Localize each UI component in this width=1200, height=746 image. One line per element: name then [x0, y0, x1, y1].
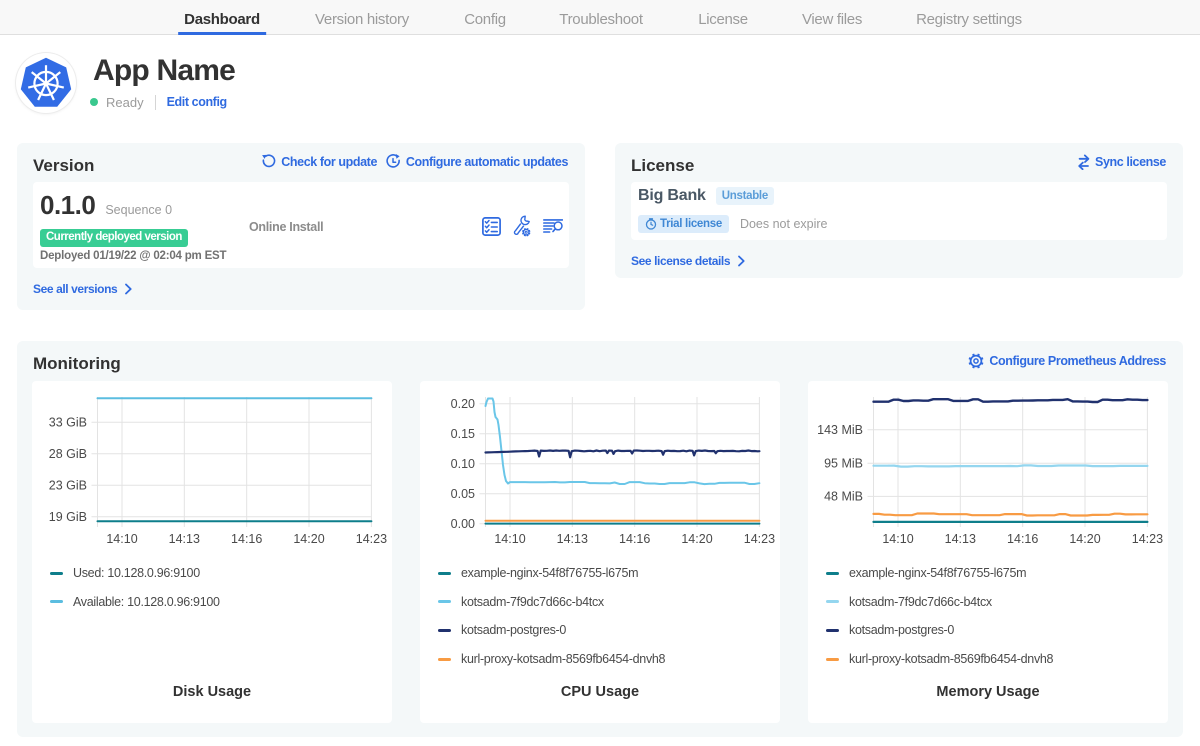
svg-text:0.00: 0.00 [451, 517, 475, 531]
svg-text:95 MiB: 95 MiB [824, 457, 863, 471]
svg-text:14:23: 14:23 [356, 532, 387, 546]
svg-text:14:10: 14:10 [882, 532, 913, 546]
svg-text:14:20: 14:20 [293, 532, 324, 546]
svg-text:14:13: 14:13 [557, 532, 588, 546]
svg-text:33 GiB: 33 GiB [49, 416, 87, 430]
svg-text:14:13: 14:13 [945, 532, 976, 546]
svg-text:19 GiB: 19 GiB [49, 510, 87, 524]
svg-text:14:20: 14:20 [681, 532, 712, 546]
svg-text:14:20: 14:20 [1069, 532, 1100, 546]
svg-text:143 MiB: 143 MiB [817, 423, 863, 437]
svg-text:0.10: 0.10 [451, 457, 475, 471]
svg-text:14:10: 14:10 [494, 532, 525, 546]
svg-text:0.15: 0.15 [451, 427, 475, 441]
svg-text:23 GiB: 23 GiB [49, 479, 87, 493]
svg-text:14:16: 14:16 [1007, 532, 1038, 546]
svg-text:0.05: 0.05 [451, 487, 475, 501]
svg-text:14:23: 14:23 [744, 532, 775, 546]
svg-text:14:23: 14:23 [1132, 532, 1163, 546]
svg-text:14:16: 14:16 [619, 532, 650, 546]
svg-text:48 MiB: 48 MiB [824, 490, 863, 504]
svg-text:14:16: 14:16 [231, 532, 262, 546]
svg-text:14:10: 14:10 [106, 532, 137, 546]
svg-text:0.20: 0.20 [451, 397, 475, 411]
svg-text:28 GiB: 28 GiB [49, 447, 87, 461]
svg-text:14:13: 14:13 [169, 532, 200, 546]
